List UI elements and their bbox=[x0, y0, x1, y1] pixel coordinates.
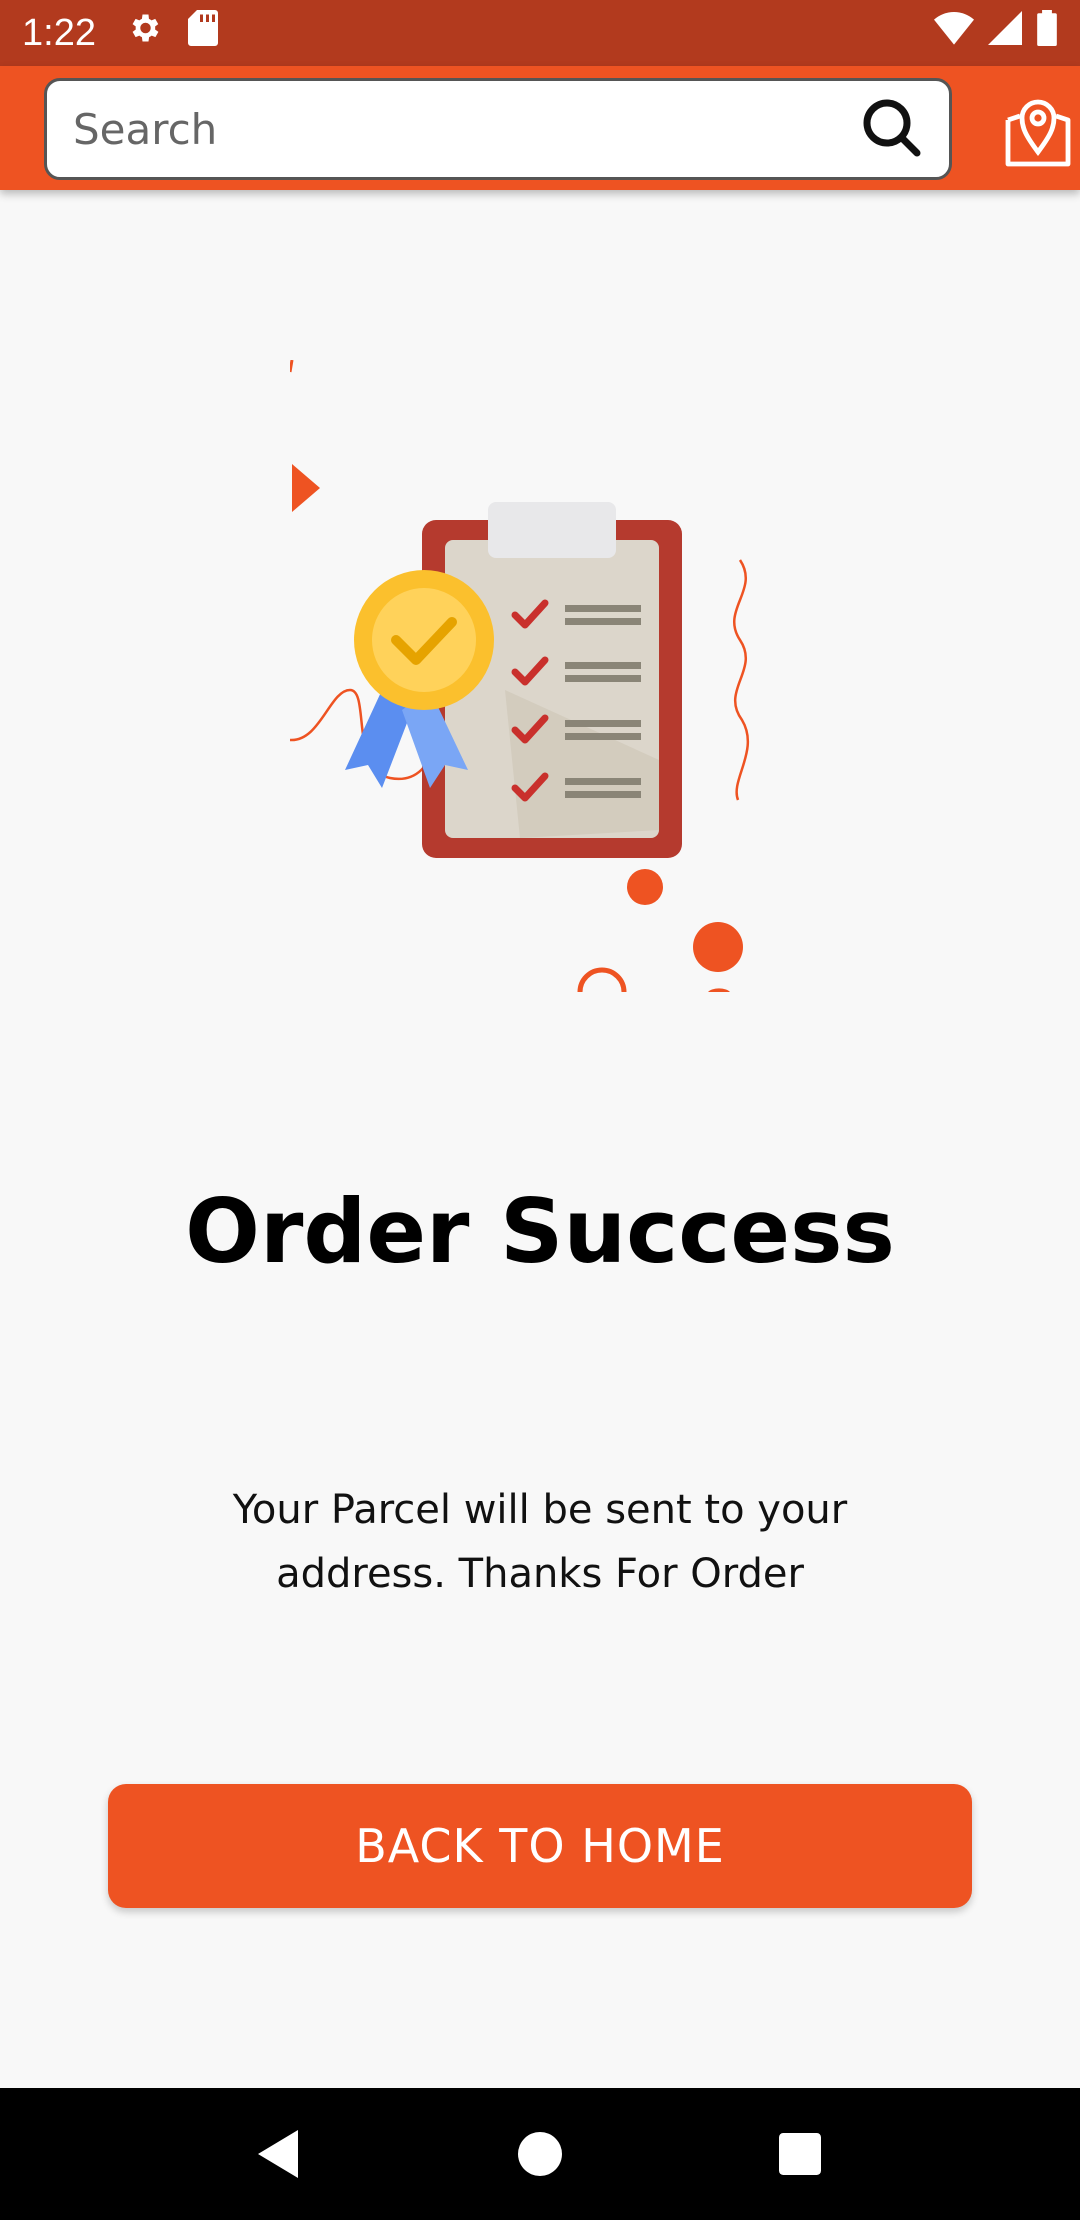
signal-icon bbox=[988, 11, 1022, 55]
app-bar bbox=[0, 66, 1080, 190]
search-icon[interactable] bbox=[859, 95, 923, 164]
settings-icon bbox=[126, 10, 162, 56]
sd-card-icon bbox=[187, 10, 218, 56]
recents-icon[interactable] bbox=[770, 2124, 830, 2184]
back-icon[interactable] bbox=[250, 2124, 310, 2184]
search-bar[interactable] bbox=[44, 78, 952, 180]
home-icon[interactable] bbox=[510, 2124, 570, 2184]
back-to-home-button[interactable]: BACK TO HOME bbox=[108, 1784, 972, 1908]
battery-icon bbox=[1036, 10, 1058, 56]
page-title: Order Success bbox=[185, 1180, 895, 1283]
search-input[interactable] bbox=[73, 104, 859, 154]
status-time: 1:22 bbox=[22, 11, 96, 54]
wifi-icon bbox=[934, 11, 974, 55]
order-success-illustration bbox=[288, 359, 760, 993]
system-nav-bar bbox=[0, 2088, 1080, 2220]
status-bar: 1:22 bbox=[0, 0, 1080, 66]
success-message: Your Parcel will be sent to your address… bbox=[232, 1487, 848, 1597]
